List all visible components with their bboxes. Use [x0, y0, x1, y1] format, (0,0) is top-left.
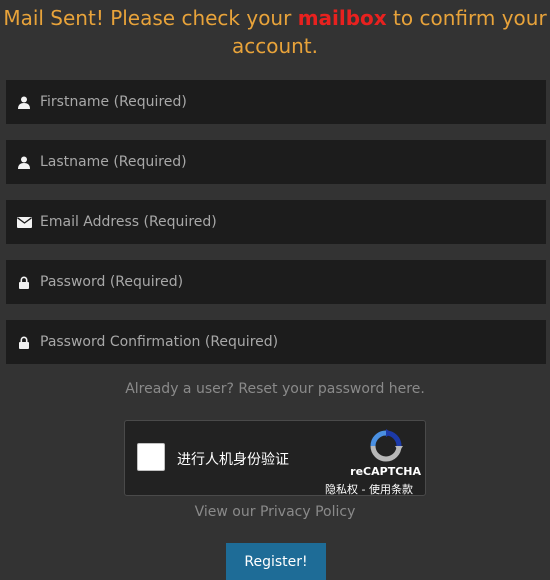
email-input[interactable] [40, 200, 540, 244]
reset-password-link[interactable]: Already a user? Reset your password here… [0, 381, 550, 397]
recaptcha-brand: reCAPTCHA [350, 465, 421, 478]
recaptcha-label: 进行人机身份验证 [177, 452, 289, 468]
confirmation-notice: Mail Sent! Please check your mailbox to … [0, 4, 550, 60]
recaptcha-terms-link[interactable]: 隐私权 - 使用条款 [325, 481, 413, 497]
recaptcha-widget: 进行人机身份验证 reCAPTCHA 隐私权 - 使用条款 [124, 420, 426, 496]
envelope-icon [16, 214, 32, 230]
notice-text-before: Mail Sent! Please check your [3, 6, 298, 30]
firstname-input[interactable] [40, 80, 540, 124]
password-confirmation-field[interactable] [6, 320, 546, 364]
register-button[interactable]: Register! [226, 543, 326, 580]
password-confirmation-input[interactable] [40, 320, 540, 364]
lastname-field[interactable] [6, 140, 546, 184]
recaptcha-logo-icon [370, 429, 403, 462]
lock-icon [16, 274, 32, 290]
lastname-input[interactable] [40, 140, 540, 184]
lock-icon [16, 334, 32, 350]
user-icon [16, 94, 32, 110]
firstname-field[interactable] [6, 80, 546, 124]
privacy-policy-link[interactable]: View our Privacy Policy [0, 504, 550, 520]
password-input[interactable] [40, 260, 540, 304]
email-field[interactable] [6, 200, 546, 244]
user-icon [16, 154, 32, 170]
recaptcha-checkbox[interactable] [137, 443, 165, 471]
password-field[interactable] [6, 260, 546, 304]
notice-highlight: mailbox [297, 6, 387, 30]
